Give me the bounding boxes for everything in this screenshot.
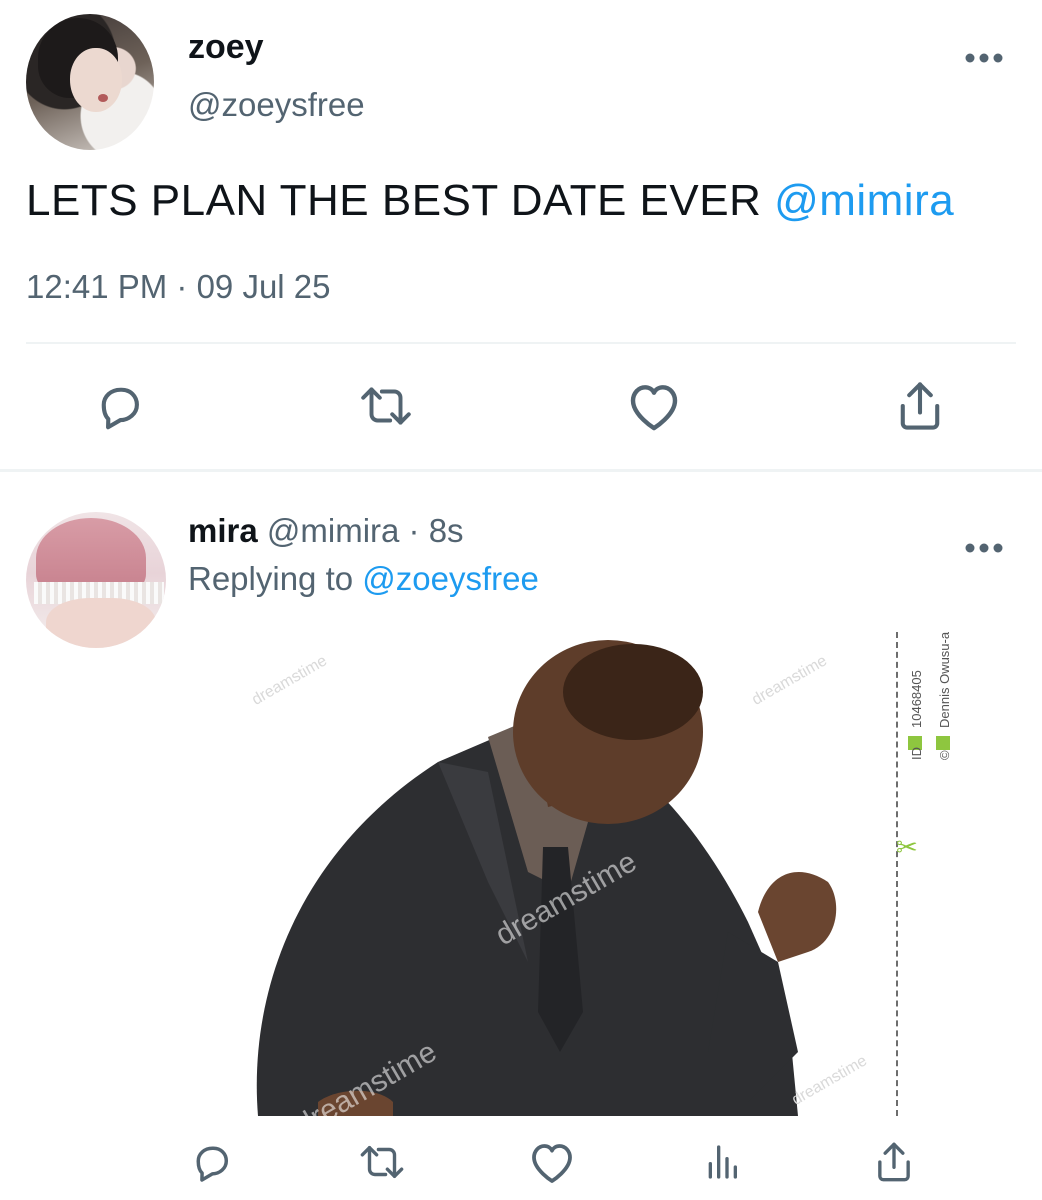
avatar-face-shape (70, 48, 122, 112)
media-image[interactable]: dreamstime dreamstime dreamstime dreamst… (188, 632, 978, 1116)
author-handle[interactable]: @mimira (267, 512, 399, 549)
cut-line (896, 632, 898, 1116)
tweet-date: 09 Jul 25 (196, 268, 331, 305)
tweet-body: LETS PLAN THE BEST DATE EVER (26, 176, 775, 225)
page: zoey @zoeysfree LETS PLAN THE BEST DATE … (0, 0, 1042, 1200)
avatar-mouth-shape (98, 94, 108, 102)
tweet-text: LETS PLAN THE BEST DATE EVER @mimira (26, 176, 954, 226)
tweet-time: 12:41 PM (26, 268, 168, 305)
share-icon[interactable] (890, 376, 950, 436)
replying-to-link[interactable]: @zoeysfree (362, 560, 539, 597)
mention-link[interactable]: @mimira (774, 176, 954, 225)
retweet-icon[interactable] (352, 1132, 412, 1192)
section-divider (0, 469, 1042, 472)
ellipsis-icon[interactable] (964, 38, 1004, 72)
main-tweet: zoey @zoeysfree LETS PLAN THE BEST DATE … (0, 0, 1042, 470)
credit-badge: © (937, 750, 952, 760)
author-handle[interactable]: @zoeysfree (188, 86, 365, 124)
avatar-body-shape (46, 598, 156, 648)
retweet-icon[interactable] (356, 376, 416, 436)
reply-icon[interactable] (182, 1132, 242, 1192)
like-icon[interactable] (624, 376, 684, 436)
like-icon[interactable] (522, 1132, 582, 1192)
replying-prefix: Replying to (188, 560, 363, 597)
reply-icon[interactable] (90, 376, 150, 436)
ellipsis-icon[interactable] (964, 528, 1004, 562)
avatar[interactable] (26, 14, 154, 150)
views-icon[interactable] (692, 1132, 752, 1192)
scissors-icon: ✂ (896, 832, 918, 862)
divider (26, 342, 1016, 344)
reply-age: · 8s (399, 512, 464, 549)
timestamp-separator: · (167, 268, 197, 305)
stock-info-strip: ✂ ID 10468405 © Dennis Owusu-an (896, 632, 976, 1116)
share-icon[interactable] (864, 1132, 924, 1192)
author-display-name[interactable]: mira (188, 512, 258, 549)
avatar[interactable] (26, 512, 166, 648)
replying-to: Replying to @zoeysfree (188, 560, 539, 598)
reply-header: mira @mimira · 8s (188, 512, 464, 550)
stock-id-badge: ID (909, 747, 924, 760)
timestamp[interactable]: 12:41 PM · 09 Jul 25 (26, 268, 331, 306)
copyright-badge-icon (936, 736, 950, 750)
stock-id: 10468405 (909, 670, 924, 728)
photo-credit: Dennis Owusu-an (937, 632, 952, 728)
author-display-name[interactable]: zoey (188, 28, 264, 67)
